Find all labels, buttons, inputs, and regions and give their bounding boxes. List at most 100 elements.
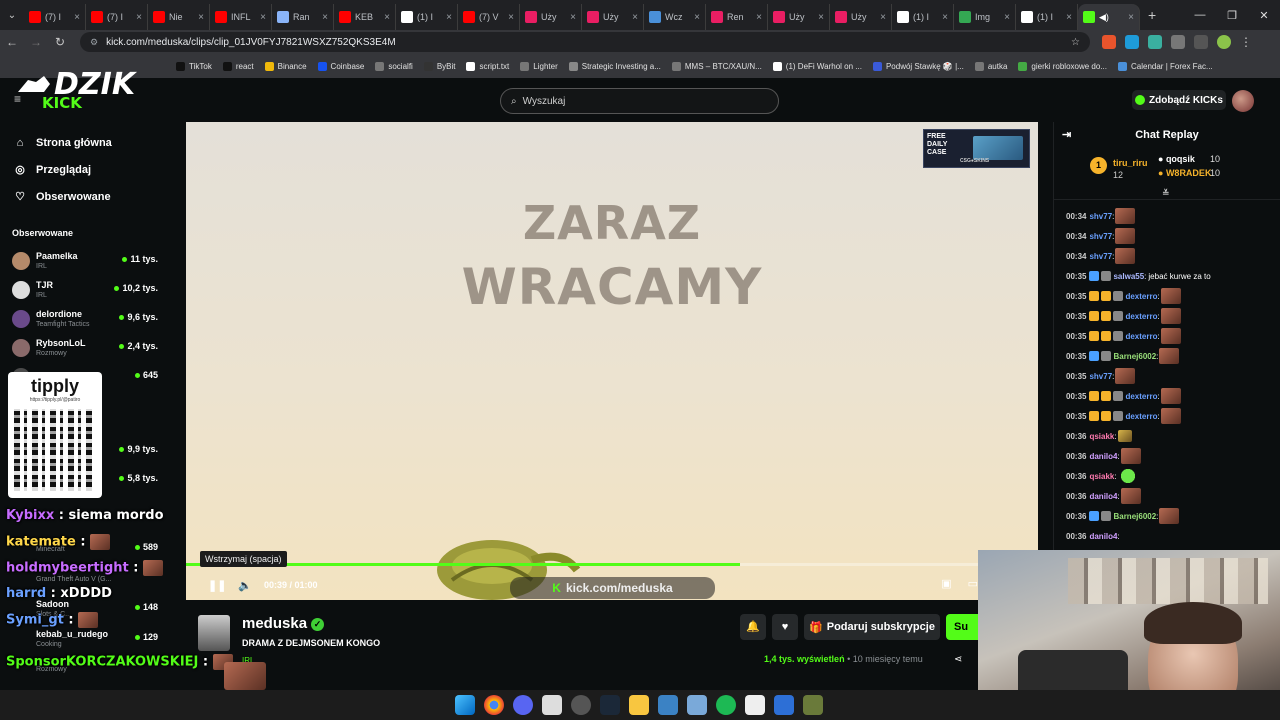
browser-tab[interactable]: (1) I × [396,4,458,30]
browser-tab-active[interactable]: ◀) × [1078,4,1140,30]
tab-close-icon[interactable]: × [384,12,390,23]
bookmark-item[interactable]: Coinbase [317,61,364,71]
browser-tab[interactable]: Ran × [272,4,334,30]
bookmark-item[interactable]: gierki robloxowe do... [1018,61,1107,71]
discord-icon[interactable] [513,695,533,715]
spotify-icon[interactable] [716,695,736,715]
browser-tab[interactable]: Ren × [706,4,768,30]
browser-tab[interactable]: Uży × [768,4,830,30]
video-progress-bar[interactable] [186,563,1038,566]
bookmark-item[interactable]: MMS – BTC/XAU/N... [671,61,762,71]
bookmark-item[interactable]: socialfi [375,61,413,71]
start-icon[interactable] [455,695,475,715]
followed-channel[interactable]: kebab_u_rudego Cooking 129 [0,624,176,654]
chat-username[interactable]: qsiakk [1089,472,1114,481]
extensions-puzzle-icon[interactable] [1171,35,1185,49]
notification-bell-icon[interactable]: 🔔 [740,614,766,640]
tab-close-icon[interactable]: × [942,12,948,23]
chat-username[interactable]: qsiakk [1089,432,1114,441]
chat-username[interactable]: danilo4 [1089,452,1117,461]
search-input[interactable]: ⌕ Wyszukaj [500,88,779,114]
chrome-icon[interactable] [484,695,504,715]
tab-close-icon[interactable]: × [1128,12,1134,23]
reading-list-icon[interactable] [1194,35,1208,49]
browser-tab[interactable]: Wcz × [644,4,706,30]
user-avatar[interactable] [1232,90,1254,112]
browser-tab[interactable]: Uży × [830,4,892,30]
pause-icon[interactable]: ❚❚ [208,579,226,592]
tab-close-icon[interactable]: × [260,12,266,23]
tab-close-icon[interactable]: × [136,12,142,23]
chat-username[interactable]: danilo4 [1089,492,1117,501]
chat-username[interactable]: shv77 [1089,252,1112,261]
browser-tab[interactable]: (1) I × [1016,4,1078,30]
bookmark-item[interactable]: Binance [264,61,307,71]
followed-channel[interactable]: Paamelka IRL 11 tys. [0,246,176,275]
app-icon[interactable] [542,695,562,715]
gifter-entry[interactable]: ● W8RADEK 10 [1158,168,1220,178]
app-icon[interactable] [571,695,591,715]
browser-tab[interactable]: Uży × [520,4,582,30]
gift-subs-button[interactable]: 🎁 Podaruj subskrypcje [804,614,940,640]
channel-avatar[interactable] [198,615,230,651]
app-icon[interactable] [658,695,678,715]
bookmark-item[interactable]: autka [974,61,1007,71]
tab-close-icon[interactable]: × [818,12,824,23]
pip-icon[interactable]: ▣ [941,577,951,590]
video-player[interactable]: ZARAZ WRACAMY FREE DAILY CASE CSG●SKINS … [186,122,1038,600]
tab-close-icon[interactable]: × [446,12,452,23]
tab-close-icon[interactable]: × [756,12,762,23]
promo-banner[interactable]: FREE DAILY CASE CSG●SKINS [923,129,1030,168]
site-info-icon[interactable]: ⚙ [90,37,98,48]
browser-tab[interactable]: Img × [954,4,1016,30]
dzik-kick-logo[interactable]: DZIK KICK ≡ [14,62,174,112]
chat-username[interactable]: dexterro [1125,332,1157,341]
extension-icon[interactable] [1148,35,1162,49]
followed-channel[interactable]: delordione Teamfight Tactics 9,6 tys. [0,304,176,333]
chat-username[interactable]: Barnej6002 [1113,352,1156,361]
browser-tab[interactable]: (7) I × [24,4,86,30]
forward-icon[interactable]: → [24,35,48,49]
follow-heart-icon[interactable]: ♥ [772,614,798,640]
close-window-icon[interactable]: ✕ [1248,9,1280,22]
collapse-chat-icon[interactable]: ⇥ [1062,122,1071,148]
back-icon[interactable]: ← [0,35,24,49]
tab-close-icon[interactable]: × [694,12,700,23]
gifter-entry[interactable]: ● qoqsik 10 [1158,154,1220,164]
bookmark-item[interactable]: Podwój Stawkę 🎲 |... [872,61,964,71]
menu-icon[interactable]: ⋮ [1240,35,1254,49]
url-field[interactable]: ⚙ kick.com/meduska/clips/clip_01JV0FYJ78… [80,32,1090,52]
app-icon[interactable] [803,695,823,715]
chat-username[interactable]: dexterro [1125,392,1157,401]
app-icon[interactable] [774,695,794,715]
browser-tab[interactable]: Nie × [148,4,210,30]
expand-gifters-icon[interactable]: ≚ [1162,188,1170,199]
browser-tab[interactable]: (7) V × [458,4,520,30]
bookmark-star-icon[interactable]: ☆ [1071,37,1080,48]
hamburger-icon[interactable]: ≡ [14,92,21,106]
sidebar-item-compass[interactable]: ◎ Przeglądaj [0,156,176,183]
bookmark-item[interactable]: ByBit [423,61,455,71]
followed-channel[interactable]: TJR IRL 10,2 tys. [0,275,176,304]
profile-icon[interactable] [1217,35,1231,49]
tab-search-icon[interactable]: ⌄ [0,10,24,21]
browser-tab[interactable]: Uży × [582,4,644,30]
chat-username[interactable]: dexterro [1125,292,1157,301]
extension-icon[interactable] [1125,35,1139,49]
volume-icon[interactable]: 🔈 [236,579,254,592]
chat-username[interactable]: Barnej6002 [1113,512,1156,521]
chat-username[interactable]: danilo4 [1089,532,1117,541]
browser-tab[interactable]: (1) I × [892,4,954,30]
reload-icon[interactable]: ↻ [48,35,72,49]
bookmark-item[interactable]: TikTok [176,61,212,71]
chat-username[interactable]: dexterro [1125,312,1157,321]
chat-username[interactable]: dexterro [1125,412,1157,421]
bookmark-item[interactable]: script.txt [466,61,509,71]
top-gifter-name[interactable]: tiru_riru [1113,158,1148,168]
maximize-icon[interactable]: ❐ [1216,9,1248,22]
tab-close-icon[interactable]: × [322,12,328,23]
bookmark-item[interactable]: Calendar | Forex Fac... [1118,61,1213,71]
tab-close-icon[interactable]: × [1004,12,1010,23]
steam-icon[interactable] [600,695,620,715]
chat-username[interactable]: shv77 [1089,372,1112,381]
